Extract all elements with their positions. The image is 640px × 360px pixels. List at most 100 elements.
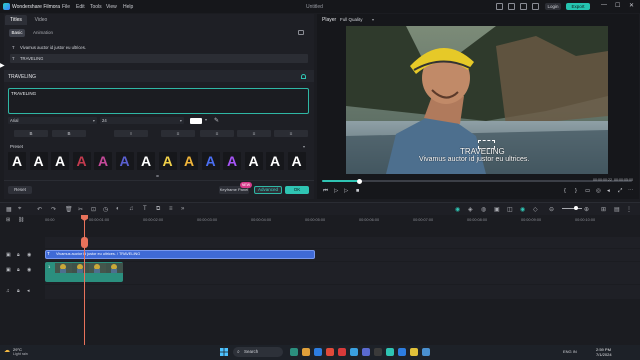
menu-view[interactable]: View: [106, 4, 117, 10]
display-icon[interactable]: ▭: [585, 188, 590, 194]
preset-tile[interactable]: A: [8, 152, 26, 170]
chevron-down-icon[interactable]: ▾: [372, 17, 374, 22]
align-right-button[interactable]: ≡: [237, 130, 271, 137]
minimize-icon[interactable]: —: [601, 2, 607, 8]
preset-tile[interactable]: A: [29, 152, 48, 170]
tab-video[interactable]: Video: [30, 15, 52, 25]
playback-progress-track[interactable]: [322, 180, 632, 182]
undo-icon[interactable]: ↶: [37, 206, 42, 213]
subtab-animation[interactable]: Animation: [30, 29, 56, 37]
select-icon[interactable]: ⌖: [18, 206, 21, 213]
app-icon[interactable]: [398, 348, 406, 356]
more-icon[interactable]: ⋯: [628, 188, 634, 194]
filmora-taskbar-icon[interactable]: [386, 348, 394, 356]
preset-tile[interactable]: A: [115, 152, 134, 170]
title-text-input[interactable]: TRAVELING: [8, 88, 309, 114]
step-forward-icon[interactable]: ▷: [334, 188, 338, 194]
align-center-button[interactable]: ≡: [200, 130, 234, 137]
step-back-icon[interactable]: ⏮: [323, 188, 328, 195]
app-icon[interactable]: [422, 348, 430, 356]
file-explorer-icon[interactable]: [302, 348, 310, 356]
preset-tile[interactable]: A: [223, 152, 241, 170]
app-icon[interactable]: [362, 348, 370, 356]
font-select[interactable]: Arial ▾: [8, 117, 97, 124]
add-track-icon[interactable]: ⊞: [6, 217, 10, 223]
lock-icon[interactable]: 🔒︎: [17, 252, 20, 258]
weather-cloud-icon[interactable]: ☁: [4, 347, 10, 354]
text-layer-row-selected[interactable]: T TRAVELING: [10, 54, 308, 63]
italic-button[interactable]: I: [114, 130, 148, 137]
preset-tile[interactable]: A: [158, 152, 177, 170]
text-layer-row[interactable]: T Vivamus auctor id justor eu ultrices.: [10, 43, 308, 52]
shield-icon[interactable]: ◈: [468, 206, 473, 213]
fit-icon[interactable]: ⊞: [601, 206, 606, 213]
app-icon[interactable]: [374, 348, 382, 356]
chevron-down-icon[interactable]: ▾: [205, 117, 207, 122]
subtab-basic[interactable]: Basic: [9, 29, 25, 37]
maximize-icon[interactable]: ☐: [615, 2, 620, 9]
tab-titles[interactable]: Titles: [5, 15, 27, 25]
link-icon[interactable]: ⛓: [18, 217, 24, 223]
zoom-out-icon[interactable]: ⊖: [549, 206, 554, 213]
close-icon[interactable]: ✕: [629, 2, 634, 9]
playhead-line[interactable]: [84, 215, 85, 345]
redo-icon[interactable]: ↷: [51, 206, 56, 213]
play-icon[interactable]: ▷: [344, 188, 348, 194]
opera-icon[interactable]: [338, 348, 346, 356]
preset-tile[interactable]: A: [51, 152, 69, 170]
justify-button[interactable]: ≡: [274, 130, 308, 137]
preset-tile[interactable]: A: [244, 152, 263, 170]
speed-icon[interactable]: ◷: [103, 206, 108, 213]
ok-button[interactable]: OK: [285, 186, 309, 194]
preset-tile[interactable]: A: [201, 152, 220, 170]
collapse-icon[interactable]: [301, 73, 306, 79]
edge-icon[interactable]: [314, 348, 322, 356]
timeline-ruler[interactable]: [45, 215, 640, 225]
zoom-in-icon[interactable]: ⊕: [584, 206, 589, 213]
preview-subtitle-line[interactable]: Vivamus auctor id justor eu ultrices.: [419, 156, 529, 163]
delete-icon[interactable]: 🗑: [65, 206, 73, 213]
bold-alt-button[interactable]: B: [52, 130, 86, 137]
group-icon[interactable]: ⧉: [156, 206, 160, 213]
save-preset-icon[interactable]: [298, 30, 304, 35]
feedback-icon[interactable]: [496, 3, 503, 10]
color-icon[interactable]: ◐: [116, 206, 120, 212]
adjust-icon[interactable]: ≡: [169, 206, 173, 212]
layout-icon[interactable]: ▦: [6, 206, 12, 213]
bracket-out-icon[interactable]: }: [575, 188, 577, 194]
menu-help[interactable]: Help: [123, 4, 133, 10]
more-icon[interactable]: »: [181, 206, 184, 212]
audio-icon[interactable]: ♫: [129, 206, 134, 212]
app-icon[interactable]: [350, 348, 358, 356]
layout-grid-icon[interactable]: ▤: [614, 206, 620, 213]
layout-icon[interactable]: [532, 3, 539, 10]
preview-subtitle-title[interactable]: TRAVELING: [460, 147, 505, 156]
mic-icon[interactable]: ◍: [481, 206, 486, 213]
settings-icon[interactable]: ⋮: [626, 206, 632, 213]
preset-tile[interactable]: A: [266, 152, 284, 170]
volume-icon[interactable]: ◂: [607, 188, 610, 194]
tray-language[interactable]: ENG IN: [563, 349, 577, 354]
speaker-icon[interactable]: ◂: [27, 288, 30, 294]
text-icon[interactable]: T: [143, 206, 147, 212]
menu-edit[interactable]: Edit: [76, 4, 85, 10]
sticker-icon[interactable]: ◫: [507, 206, 513, 213]
playhead-handle[interactable]: [81, 237, 88, 248]
app-icon[interactable]: [410, 348, 418, 356]
cloud-icon[interactable]: [520, 3, 527, 10]
notification-icon[interactable]: [508, 3, 515, 10]
crop-icon[interactable]: ⊡: [91, 206, 96, 213]
lock-icon[interactable]: 🔒︎: [17, 267, 20, 273]
quality-select[interactable]: Full Quality: [340, 17, 363, 22]
brave-icon[interactable]: [326, 348, 334, 356]
zoom-slider-track[interactable]: [562, 208, 582, 209]
snapshot-icon[interactable]: ◎: [596, 188, 601, 194]
taskview-icon[interactable]: [290, 348, 298, 356]
marker-icon[interactable]: ◇: [533, 206, 538, 213]
snap-icon[interactable]: ◉: [520, 206, 525, 213]
eye-icon[interactable]: ◉: [27, 252, 31, 258]
clock-date[interactable]: 7/1/2024: [596, 352, 612, 357]
bold-button[interactable]: B: [14, 130, 48, 137]
advanced-button[interactable]: Advanced: [254, 186, 282, 194]
login-button[interactable]: Login: [545, 3, 561, 10]
